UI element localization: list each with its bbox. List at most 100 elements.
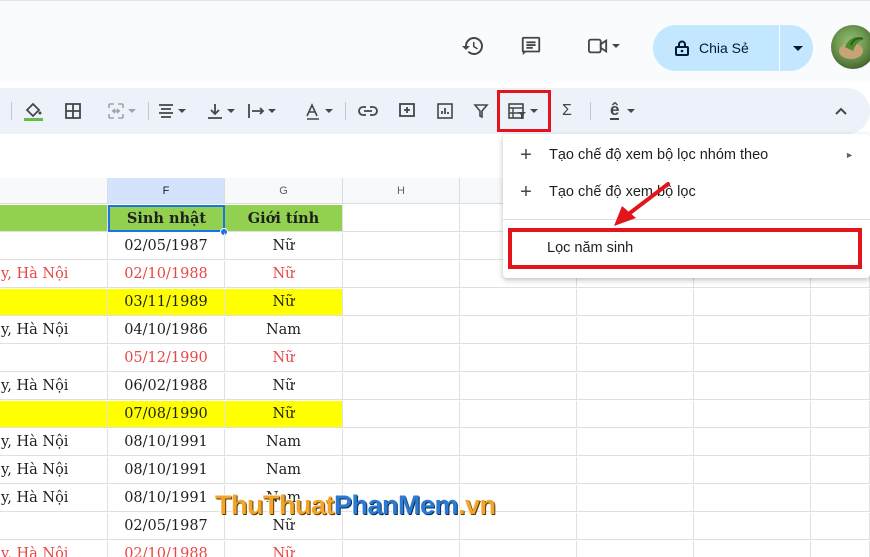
birthday-header[interactable]: Sinh nhật — [108, 205, 225, 232]
menu-item-create-group-filter-view[interactable]: + Tạo chế độ xem bộ lọc nhóm theo ► — [503, 137, 870, 173]
table-cell[interactable] — [577, 513, 694, 540]
table-cell[interactable] — [460, 345, 577, 372]
gender-cell[interactable]: Nam — [225, 457, 343, 484]
table-cell[interactable] — [811, 513, 870, 540]
address-cell[interactable]: y, Hà Nội — [0, 457, 108, 484]
table-cell[interactable] — [811, 289, 870, 316]
table-cell[interactable] — [577, 401, 694, 428]
table-cell[interactable] — [577, 345, 694, 372]
table-cell[interactable] — [694, 457, 811, 484]
gender-cell[interactable]: Nữ — [225, 541, 343, 557]
table-cell[interactable] — [811, 541, 870, 557]
gender-cell[interactable]: Nữ — [225, 289, 343, 316]
table-cell[interactable] — [460, 373, 577, 400]
collapse-toolbar-icon[interactable] — [834, 100, 848, 122]
table-cell[interactable] — [577, 485, 694, 512]
table-cell[interactable] — [343, 205, 460, 232]
text-rotation-icon[interactable] — [304, 100, 333, 122]
table-cell[interactable] — [577, 457, 694, 484]
table-cell[interactable] — [0, 205, 108, 232]
birthday-cell[interactable]: 02/10/1988 — [108, 261, 225, 288]
address-cell[interactable]: y, Hà Nội — [0, 429, 108, 456]
gender-cell[interactable]: Nữ — [225, 401, 343, 428]
birthday-cell[interactable]: 05/12/1990 — [108, 345, 225, 372]
table-cell[interactable] — [460, 541, 577, 557]
table-cell[interactable] — [694, 541, 811, 557]
column-header-e[interactable] — [0, 178, 108, 204]
table-cell[interactable] — [343, 401, 460, 428]
share-button[interactable]: Chia Sẻ — [653, 25, 813, 71]
birthday-cell[interactable]: 08/10/1991 — [108, 457, 225, 484]
address-cell[interactable] — [0, 513, 108, 540]
table-cell[interactable] — [343, 233, 460, 260]
table-cell[interactable] — [343, 261, 460, 288]
borders-icon[interactable] — [64, 100, 82, 122]
horizontal-align-icon[interactable] — [157, 100, 186, 122]
table-cell[interactable] — [694, 373, 811, 400]
merge-cells-icon[interactable] — [107, 100, 136, 122]
table-cell[interactable] — [460, 289, 577, 316]
table-cell[interactable] — [343, 317, 460, 344]
table-cell[interactable] — [343, 345, 460, 372]
table-cell[interactable] — [694, 401, 811, 428]
gender-cell[interactable]: Nam — [225, 429, 343, 456]
birthday-cell[interactable]: 07/08/1990 — [108, 401, 225, 428]
birthday-cell[interactable]: 02/05/1987 — [108, 513, 225, 540]
table-cell[interactable] — [694, 345, 811, 372]
gender-cell[interactable]: Nữ — [225, 233, 343, 260]
share-dropdown[interactable] — [780, 45, 813, 51]
address-cell[interactable]: y, Hà Nội — [0, 373, 108, 400]
table-cell[interactable] — [694, 485, 811, 512]
gender-cell[interactable]: Nữ — [225, 345, 343, 372]
column-header-g[interactable]: G — [225, 178, 343, 204]
table-cell[interactable] — [343, 429, 460, 456]
table-cell[interactable] — [811, 457, 870, 484]
address-cell[interactable] — [0, 345, 108, 372]
table-cell[interactable] — [343, 457, 460, 484]
table-cell[interactable] — [577, 373, 694, 400]
table-cell[interactable] — [460, 401, 577, 428]
table-cell[interactable] — [343, 541, 460, 557]
gender-header[interactable]: Giới tính — [225, 205, 343, 232]
birthday-cell[interactable]: 08/10/1991 — [108, 429, 225, 456]
table-cell[interactable] — [343, 289, 460, 316]
gender-cell[interactable]: Nam — [225, 317, 343, 344]
column-header-h[interactable]: H — [343, 178, 460, 204]
comment-icon[interactable] — [518, 33, 544, 59]
input-tools-icon[interactable]: ê — [610, 100, 636, 122]
avatar[interactable] — [831, 25, 870, 69]
address-cell[interactable]: y, Hà Nội — [0, 485, 108, 512]
vertical-align-icon[interactable] — [206, 100, 235, 122]
table-cell[interactable] — [577, 429, 694, 456]
birthday-cell[interactable]: 02/05/1987 — [108, 233, 225, 260]
table-cell[interactable] — [811, 345, 870, 372]
birthday-cell[interactable]: 02/10/1988 — [108, 541, 225, 557]
address-cell[interactable] — [0, 401, 108, 428]
table-cell[interactable] — [694, 513, 811, 540]
insert-link-icon[interactable] — [358, 100, 378, 122]
birthday-cell[interactable]: 08/10/1991 — [108, 485, 225, 512]
birthday-cell[interactable]: 04/10/1986 — [108, 317, 225, 344]
birthday-cell[interactable]: 03/11/1989 — [108, 289, 225, 316]
address-cell[interactable] — [0, 289, 108, 316]
fill-color-icon[interactable] — [23, 100, 43, 122]
table-cell[interactable] — [811, 485, 870, 512]
table-cell[interactable] — [577, 317, 694, 344]
table-cell[interactable] — [811, 373, 870, 400]
table-cell[interactable] — [460, 317, 577, 344]
table-cell[interactable] — [811, 317, 870, 344]
share-main[interactable]: Chia Sẻ — [653, 25, 779, 71]
menu-item-create-filter-view[interactable]: + Tạo chế độ xem bộ lọc — [503, 174, 870, 210]
table-cell[interactable] — [811, 401, 870, 428]
video-call-button[interactable] — [580, 33, 626, 59]
birthday-cell[interactable]: 06/02/1988 — [108, 373, 225, 400]
table-cell[interactable] — [694, 429, 811, 456]
history-icon[interactable] — [460, 33, 486, 59]
insert-chart-icon[interactable] — [436, 100, 454, 122]
gender-cell[interactable]: Nữ — [225, 261, 343, 288]
functions-icon[interactable]: Σ — [562, 100, 572, 122]
column-header-f[interactable]: F — [108, 178, 225, 204]
address-cell[interactable]: y, Hà Nội — [0, 261, 108, 288]
address-cell[interactable]: y, Hà Nội — [0, 317, 108, 344]
table-cell[interactable] — [343, 373, 460, 400]
